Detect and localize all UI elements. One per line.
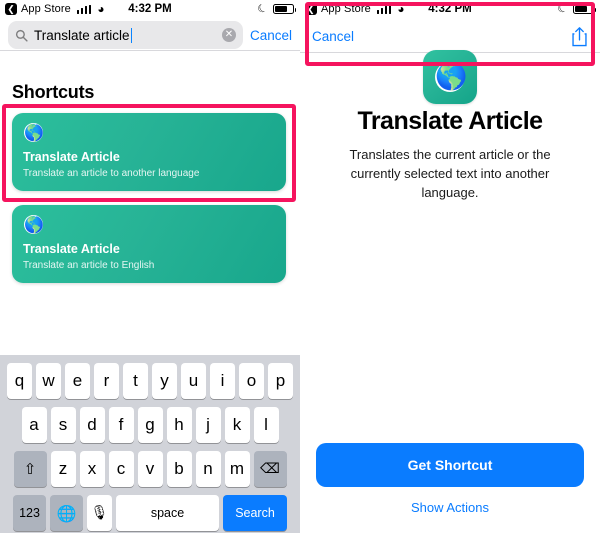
key-i[interactable]: i [210,363,235,399]
keyboard-row-1: q w e r t y u i o p [0,363,300,399]
key-w[interactable]: w [36,363,61,399]
key-q[interactable]: q [7,363,32,399]
backspace-delete-icon[interactable]: ⌫ [253,451,287,487]
shortcut-card-subtitle: Translate an article to another language [23,168,200,179]
key-t[interactable]: t [123,363,148,399]
status-bar-right: ❮ App Store ◕ 4:32 PM ☾ [300,0,600,18]
search-bar-row: Translate article ✕ Cancel [0,20,300,50]
search-bar-divider [0,50,300,51]
search-key[interactable]: Search [223,495,287,531]
key-z[interactable]: z [50,451,76,487]
shortcut-card-title: Translate Article [23,150,120,164]
key-k[interactable]: k [224,407,250,443]
shortcut-detail-description: Translates the current article or the cu… [349,147,551,200]
shortcut-card-title: Translate Article [23,242,120,256]
key-f[interactable]: f [108,407,134,443]
globe-icon: 🌎 [24,123,44,142]
key-p[interactable]: p [268,363,293,399]
battery-icon [273,4,296,14]
keyboard-row-3: ⇧ z x c v b n m ⌫ [0,451,300,487]
key-o[interactable]: o [239,363,264,399]
key-h[interactable]: h [166,407,192,443]
key-n[interactable]: n [195,451,221,487]
moon-icon: ☾ [555,1,570,17]
microphone-icon[interactable]: 🎙 [87,495,112,531]
left-phone-panel: ❮ App Store ◕ 4:32 PM ☾ Translate articl… [0,0,300,533]
key-s[interactable]: s [50,407,76,443]
show-actions-link[interactable]: Show Actions [300,500,600,515]
keyboard-row-2: a s d f g h j k l [0,407,300,443]
numeric-keyboard-button[interactable]: 123 [13,495,46,531]
share-upload-icon[interactable] [571,26,588,47]
shortcut-detail-title: Translate Article [357,107,543,135]
key-l[interactable]: l [253,407,279,443]
key-b[interactable]: b [166,451,192,487]
status-right-group: ☾ [555,1,596,17]
keyboard-row-4: 123 🌐 🎙 space Search [0,495,300,531]
key-u[interactable]: u [181,363,206,399]
globe-icon: 🌎 [435,62,468,92]
key-r[interactable]: r [94,363,119,399]
screenshot-root: ❮ App Store ◕ 4:32 PM ☾ Translate articl… [0,0,600,533]
search-input-value: Translate article [34,27,130,43]
battery-icon [573,4,596,14]
key-j[interactable]: j [195,407,221,443]
clear-circle-icon[interactable]: ✕ [221,28,236,42]
space-key[interactable]: space [116,495,219,531]
shift-up-arrow-icon[interactable]: ⇧ [13,451,47,487]
search-input[interactable]: Translate article ✕ [8,21,243,49]
on-screen-keyboard: q w e r t y u i o p a s d f g h j k l ⇧ … [0,355,300,533]
right-phone-panel: ❮ App Store ◕ 4:32 PM ☾ Cancel 🌎 Transla… [300,0,600,533]
cancel-button-left[interactable]: Cancel [250,28,292,43]
status-right-group: ☾ [255,1,296,17]
key-e[interactable]: e [65,363,90,399]
shortcut-card-translate-english[interactable]: 🌎 Translate Article Translate an article… [12,205,286,283]
status-bar-left: ❮ App Store ◕ 4:32 PM ☾ [0,0,300,18]
shortcut-card-translate-another-language[interactable]: 🌎 Translate Article Translate an article… [12,113,286,191]
key-a[interactable]: a [21,407,47,443]
moon-icon: ☾ [255,1,270,17]
globe-icon: 🌎 [24,215,44,234]
key-d[interactable]: d [79,407,105,443]
shortcut-card-subtitle: Translate an article to English [23,260,155,271]
key-m[interactable]: m [224,451,250,487]
globe-app-icon: 🌎 [423,50,477,104]
text-caret [130,27,133,43]
key-x[interactable]: x [79,451,105,487]
globe-keyboard-icon[interactable]: 🌐 [50,495,83,531]
key-y[interactable]: y [152,363,177,399]
key-v[interactable]: v [137,451,163,487]
page-title: Shortcuts [12,82,95,102]
key-g[interactable]: g [137,407,163,443]
key-c[interactable]: c [108,451,134,487]
navigation-bar-right: Cancel [300,20,600,52]
get-shortcut-button[interactable]: Get Shortcut [316,443,584,487]
cancel-button-right[interactable]: Cancel [312,29,354,44]
search-icon [15,29,28,42]
